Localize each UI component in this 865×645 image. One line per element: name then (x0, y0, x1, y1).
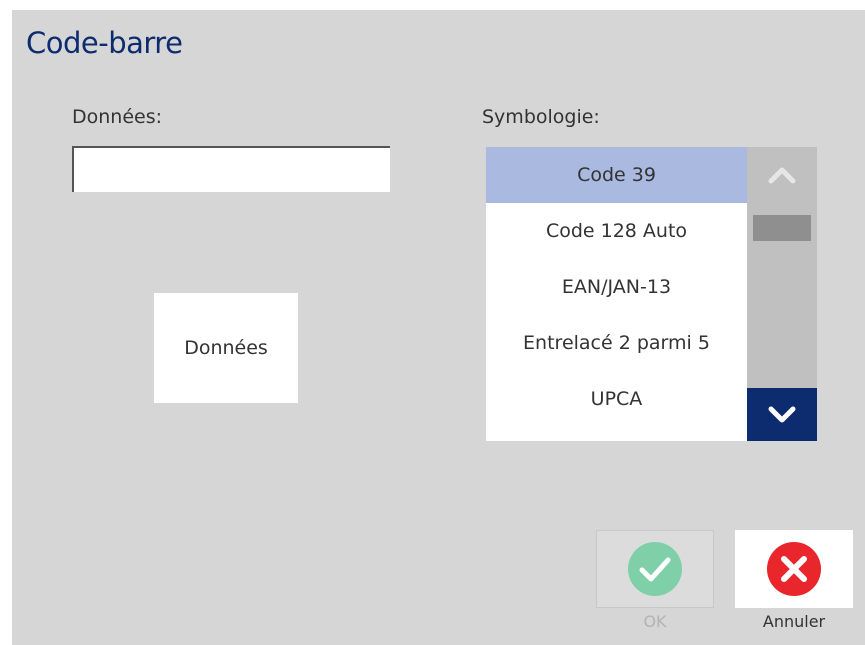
list-item-label: Code 128 Auto (545, 220, 688, 242)
symbology-item-interleaved-2-of-5[interactable]: Entrelacé 2 parmi 5 (486, 315, 747, 371)
list-item-label: UPCA (590, 388, 643, 410)
chevron-up-icon (768, 167, 796, 184)
symbology-item-upca[interactable]: UPCA (486, 371, 747, 427)
list-item-label: Code 39 (577, 164, 656, 186)
barcode-dialog: Code-barre Données: Données Symbologie: … (12, 10, 865, 645)
chevron-down-icon (768, 406, 796, 422)
check-circle-icon (628, 542, 682, 596)
ok-button[interactable] (596, 530, 714, 608)
symbology-label: Symbologie: (482, 106, 600, 128)
symbology-item-ean-jan-13[interactable]: EAN/JAN-13 (486, 259, 747, 315)
cancel-button[interactable] (735, 530, 853, 608)
cancel-button-label: Annuler (762, 612, 826, 631)
scroll-thumb[interactable] (753, 215, 811, 241)
symbology-scrollbar[interactable] (747, 147, 817, 441)
list-item-label: EAN/JAN-13 (561, 276, 672, 298)
symbology-list[interactable]: Code 39 Code 128 Auto EAN/JAN-13 Entrela… (486, 147, 747, 441)
dialog-title: Code-barre (26, 26, 183, 60)
data-field-label: Données: (72, 106, 163, 128)
symbology-item-code-128-auto[interactable]: Code 128 Auto (486, 203, 747, 259)
ok-button-label: OK (643, 612, 667, 631)
data-button[interactable]: Données (154, 293, 298, 403)
symbology-item-code-39[interactable]: Code 39 (486, 147, 747, 203)
data-button-label: Données (184, 337, 268, 359)
scroll-down-button[interactable] (747, 388, 817, 441)
scroll-up-button[interactable] (747, 147, 817, 203)
list-item-label: Entrelacé 2 parmi 5 (523, 332, 710, 354)
x-circle-icon (767, 542, 821, 596)
data-input[interactable] (72, 146, 390, 192)
